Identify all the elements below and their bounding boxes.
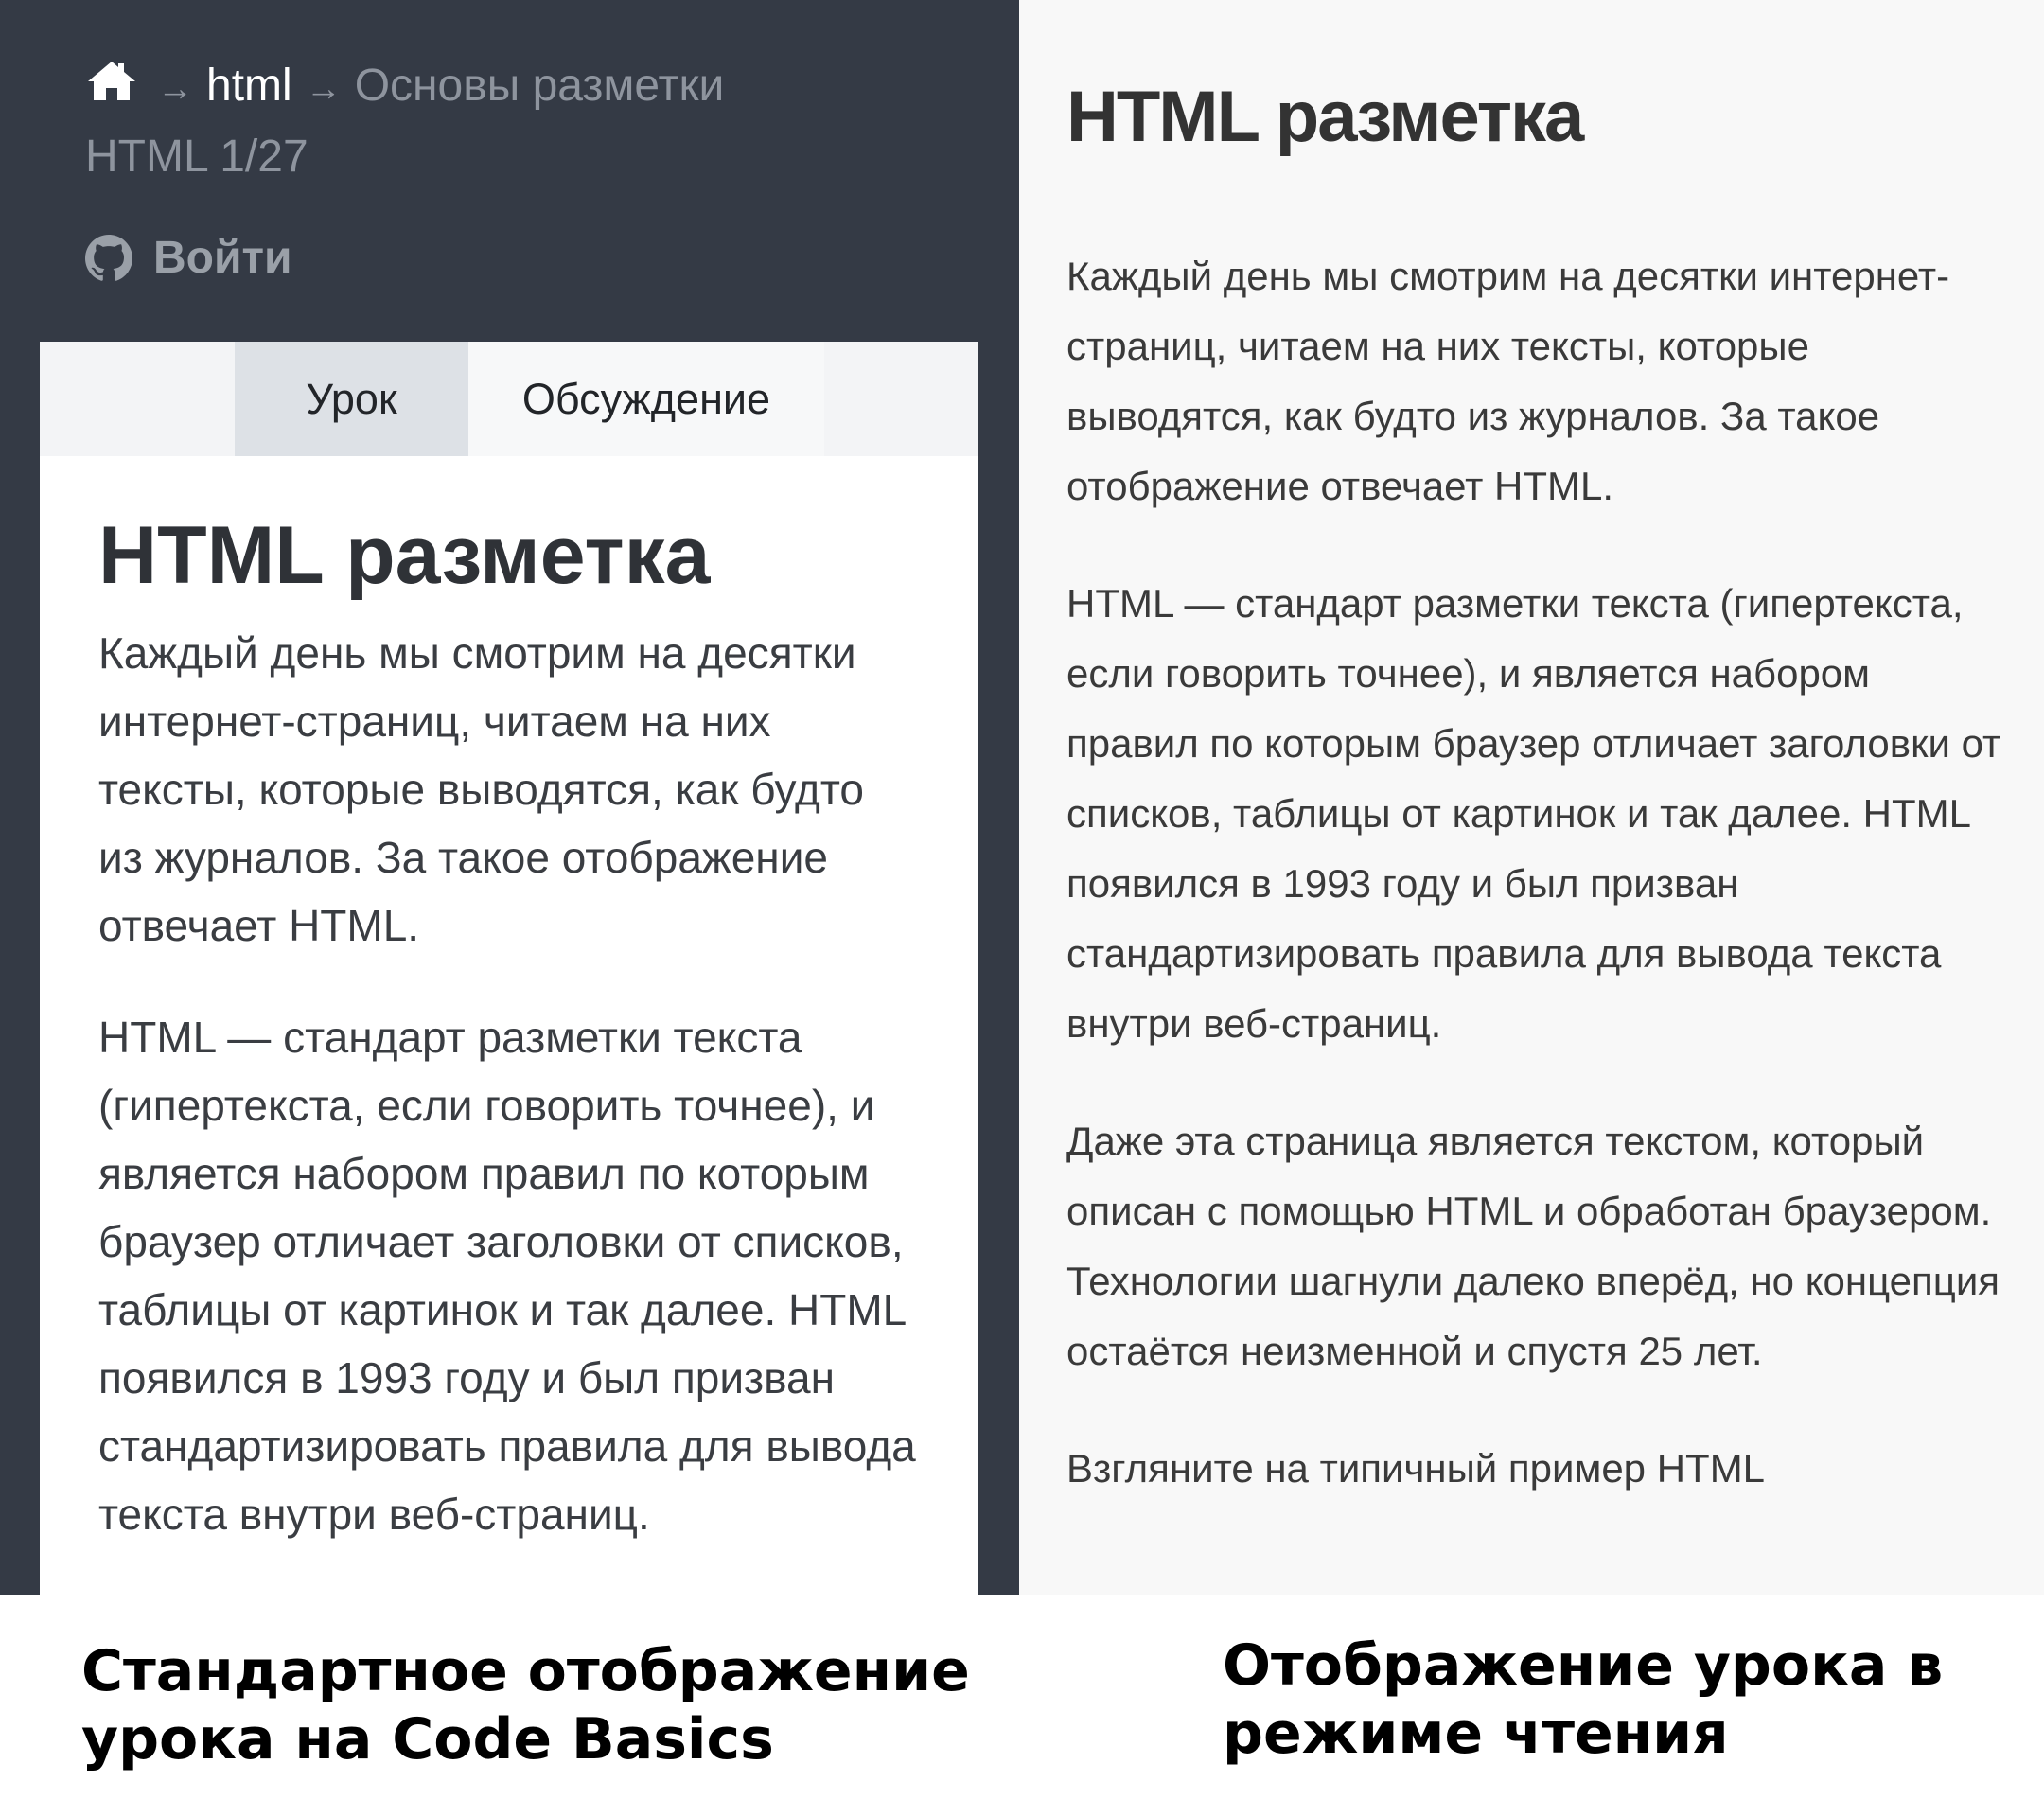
lesson-tabs: Урок Обсуждение <box>40 342 978 456</box>
lesson-paragraph: HTML — стандарт разметки текста (гиперте… <box>98 1013 916 1539</box>
breadcrumb-link-html[interactable]: html <box>206 61 292 111</box>
lesson-title: HTML разметка <box>98 510 711 601</box>
login-label: Войти <box>153 233 292 283</box>
breadcrumb-arrow: → <box>305 69 342 109</box>
lesson-content: HTML разметка Каждый день мы смотрим на … <box>40 456 978 1548</box>
lesson-paragraph: Каждый день мы смотрим на десятки интерн… <box>98 628 864 950</box>
home-icon[interactable] <box>85 59 138 102</box>
lesson-card: Урок Обсуждение HTML разметка Каждый ден… <box>40 342 978 1595</box>
login-button[interactable]: Войти <box>85 232 292 284</box>
reader-paragraph: Взгляните на типичный пример HTML <box>1066 1446 1766 1491</box>
reader-content: Каждый день мы смотрим на десятки интерн… <box>1066 241 2013 1551</box>
breadcrumb: → html → Основы разметки HTML 1/27 <box>85 52 937 191</box>
caption-reader-mode: Отображение урока в режиме чтения <box>1223 1632 1944 1767</box>
breadcrumb-lesson-counter: HTML 1/27 <box>85 132 308 182</box>
reader-mode-view: HTML разметка Каждый день мы смотрим на … <box>1019 0 2044 1595</box>
reader-title: HTML разметка <box>1066 77 1584 157</box>
standard-lesson-view: → html → Основы разметки HTML 1/27 Войти Ур… <box>0 0 1019 1595</box>
comparison-stage: → html → Основы разметки HTML 1/27 Войти Ур… <box>0 0 2044 1817</box>
tab-lesson[interactable]: Урок <box>235 342 468 456</box>
caption-standard-view: Стандартное отображение урока на Code Ba… <box>81 1638 970 1773</box>
reader-paragraph: Даже эта страница является текстом, кото… <box>1066 1119 2000 1373</box>
breadcrumb-current: Основы разметки <box>354 61 725 111</box>
reader-paragraph: HTML — стандарт разметки текста (гиперте… <box>1066 581 2001 1046</box>
github-icon <box>85 234 132 281</box>
tab-discussion[interactable]: Обсуждение <box>468 342 824 456</box>
reader-paragraph: Каждый день мы смотрим на десятки интерн… <box>1066 254 1950 508</box>
breadcrumb-arrow: → <box>157 69 193 109</box>
